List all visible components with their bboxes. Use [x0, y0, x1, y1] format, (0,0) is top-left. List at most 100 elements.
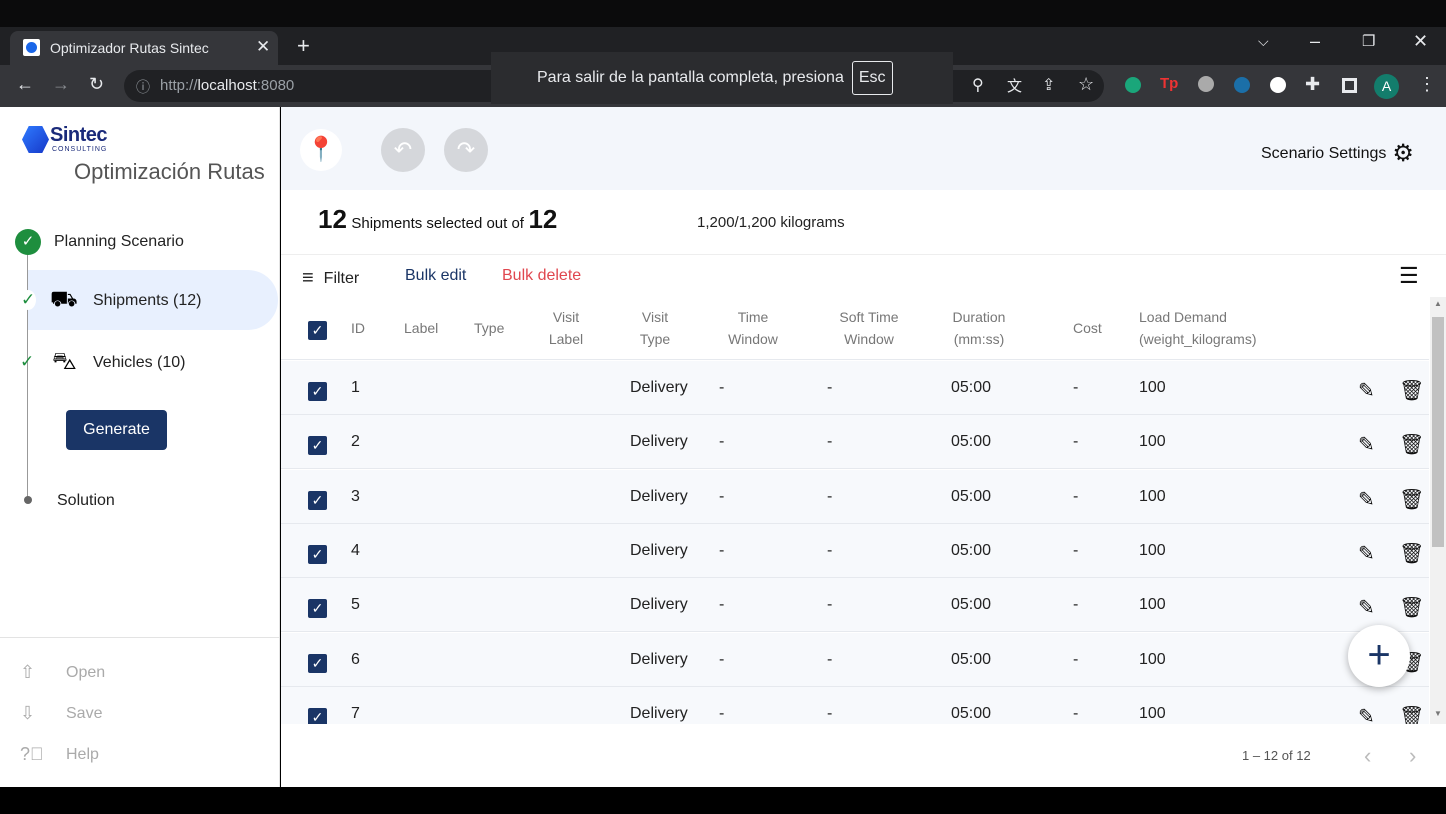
vehicle-icon: ⛍ — [52, 348, 77, 375]
edit-pencil-icon[interactable]: ✎ — [1358, 487, 1375, 512]
table-row[interactable]: ✓ 4 Delivery - - 05:00 - 100 ✎ 🗑 — [281, 523, 1429, 578]
save-button[interactable]: ⇩ Save — [20, 703, 102, 724]
side-panel-icon[interactable] — [1342, 78, 1357, 93]
row-checkbox[interactable]: ✓ — [308, 707, 327, 724]
share-icon[interactable]: ⇪ — [1042, 75, 1055, 95]
column-list-icon[interactable]: ☰ — [1399, 263, 1419, 289]
filter-button[interactable]: ≡ Filter — [302, 267, 359, 290]
google-maps-icon[interactable]: 📍 — [300, 129, 342, 171]
main-header: 📍 ↶ ↷ Scenario Settings ⚙ — [281, 107, 1446, 190]
undo-button[interactable]: ↶ — [381, 128, 425, 172]
edit-pencil-icon[interactable]: ✎ — [1358, 541, 1375, 566]
close-tab-icon[interactable]: ✕ — [256, 37, 270, 57]
step-solution[interactable]: Solution — [57, 492, 115, 510]
restore-button[interactable]: ❐ — [1362, 32, 1375, 50]
edit-pencil-icon[interactable]: ✎ — [1358, 595, 1375, 620]
table-row[interactable]: ✓ 7 Delivery - - 05:00 - 100 ✎ 🗑 — [281, 686, 1429, 724]
col-cost[interactable]: Cost — [1073, 317, 1102, 339]
scrollbar-thumb[interactable] — [1432, 317, 1444, 547]
edit-pencil-icon[interactable]: ✎ — [1358, 432, 1375, 457]
close-window-button[interactable]: ✕ — [1413, 31, 1428, 52]
add-shipment-fab[interactable]: + — [1348, 625, 1410, 687]
bulk-edit-button[interactable]: Bulk edit — [405, 267, 466, 285]
extension-icon[interactable] — [1270, 77, 1286, 93]
delete-trash-icon[interactable]: 🗑 — [1399, 595, 1424, 620]
delete-trash-icon[interactable]: 🗑 — [1399, 487, 1424, 512]
col-visit-type[interactable]: Visit Type — [625, 306, 685, 350]
row-checkbox[interactable]: ✓ — [308, 436, 327, 456]
extensions-puzzle-icon[interactable]: ✚ — [1305, 74, 1320, 95]
extension-icon[interactable] — [1198, 76, 1214, 92]
col-label[interactable]: Label — [404, 317, 438, 339]
cell-soft-time-window: - — [827, 704, 833, 722]
help-button[interactable]: ?⃝ Help — [20, 744, 99, 765]
reload-icon[interactable]: ↻ — [89, 74, 104, 95]
table-row[interactable]: ✓ 5 Delivery - - 05:00 - 100 ✎ 🗑 — [281, 578, 1429, 633]
th-line: Soft Time — [839, 309, 899, 325]
bookmark-star-icon[interactable]: ☆ — [1078, 74, 1094, 95]
cell-id: 6 — [351, 650, 360, 668]
translate-icon[interactable]: 文 — [1007, 75, 1022, 96]
select-all-checkbox[interactable]: ✓ — [308, 321, 327, 340]
row-checkbox[interactable]: ✓ — [308, 544, 327, 564]
th-line: (weight_kilograms) — [1139, 331, 1257, 347]
cell-visit-type: Delivery — [630, 650, 688, 668]
favicon — [23, 39, 40, 56]
col-time-window[interactable]: Time Window — [718, 306, 788, 350]
row-checkbox[interactable]: ✓ — [308, 490, 327, 510]
col-visit-label[interactable]: Visit Label — [536, 306, 596, 350]
col-type[interactable]: Type — [474, 317, 504, 339]
forward-icon[interactable]: → — [52, 74, 70, 95]
tp-extension-icon[interactable]: Tp — [1160, 75, 1178, 92]
delete-trash-icon[interactable]: 🗑 — [1399, 704, 1424, 724]
open-button[interactable]: ⇧ Open — [20, 662, 105, 683]
col-load-demand[interactable]: Load Demand (weight_kilograms) — [1139, 306, 1256, 350]
step-planning-scenario[interactable]: Planning Scenario — [54, 233, 184, 251]
cell-load-demand: 100 — [1139, 433, 1166, 451]
location-icon[interactable]: ⚲ — [972, 75, 984, 95]
col-soft-time-window[interactable]: Soft Time Window — [829, 306, 909, 350]
row-checkbox[interactable]: ✓ — [308, 653, 327, 673]
col-duration[interactable]: Duration (mm:ss) — [946, 306, 1012, 350]
scrollbar[interactable]: ▲ ▼ — [1430, 297, 1446, 724]
selection-summary: 12 Shipments selected out of 12 — [318, 204, 557, 235]
download-icon: ⇩ — [20, 703, 36, 723]
pagination-range: 1 – 12 of 12 — [1242, 748, 1311, 763]
minimize-button[interactable]: – — [1310, 31, 1320, 52]
table-row[interactable]: ✓ 3 Delivery - - 05:00 - 100 ✎ 🗑 — [281, 469, 1429, 524]
cell-load-demand: 100 — [1139, 487, 1166, 505]
generate-button[interactable]: Generate — [66, 410, 167, 450]
upload-icon: ⇧ — [20, 662, 36, 682]
sidebar-item-shipments[interactable]: ✓ ⛟ Shipments (12) — [20, 270, 278, 330]
table-row[interactable]: ✓ 1 Delivery - - 05:00 - 100 ✎ 🗑 — [281, 361, 1429, 415]
tab-search-icon[interactable]: ⌵ — [1258, 33, 1269, 50]
info-icon[interactable]: ⓘ — [136, 77, 150, 97]
sidebar-item-vehicles[interactable]: ✓ ⛍ Vehicles (10) — [20, 342, 270, 382]
cell-id: 5 — [351, 596, 360, 614]
row-checkbox[interactable]: ✓ — [308, 382, 327, 401]
prev-page-button[interactable]: ‹ — [1364, 743, 1371, 769]
new-tab-button[interactable]: + — [297, 33, 310, 59]
selected-count: 12 — [318, 204, 347, 234]
back-icon[interactable]: ← — [16, 74, 34, 95]
extension-icon[interactable] — [1234, 77, 1250, 93]
row-checkbox[interactable]: ✓ — [308, 599, 327, 619]
profile-avatar[interactable]: A — [1374, 74, 1399, 99]
table-row[interactable]: ✓ 2 Delivery - - 05:00 - 100 ✎ 🗑 — [281, 415, 1429, 470]
scenario-settings-button[interactable]: Scenario Settings ⚙ — [1261, 139, 1414, 168]
menu-kebab-icon[interactable]: ⋮ — [1418, 74, 1436, 95]
next-page-button[interactable]: › — [1409, 743, 1416, 769]
edit-pencil-icon[interactable]: ✎ — [1358, 704, 1375, 724]
redo-button[interactable]: ↷ — [444, 128, 488, 172]
grammarly-extension-icon[interactable] — [1125, 77, 1141, 93]
browser-tab[interactable]: Optimizador Rutas Sintec ✕ — [10, 31, 278, 65]
delete-trash-icon[interactable]: 🗑 — [1399, 432, 1424, 457]
edit-pencil-icon[interactable]: ✎ — [1358, 378, 1375, 403]
cell-cost: - — [1073, 433, 1079, 451]
col-id[interactable]: ID — [351, 317, 365, 339]
cell-duration: 05:00 — [951, 487, 992, 505]
table-row[interactable]: ✓ 6 Delivery - - 05:00 - 100 ✎ 🗑 — [281, 632, 1429, 687]
delete-trash-icon[interactable]: 🗑 — [1399, 378, 1424, 403]
delete-trash-icon[interactable]: 🗑 — [1399, 541, 1424, 566]
bulk-delete-button[interactable]: Bulk delete — [502, 267, 581, 285]
